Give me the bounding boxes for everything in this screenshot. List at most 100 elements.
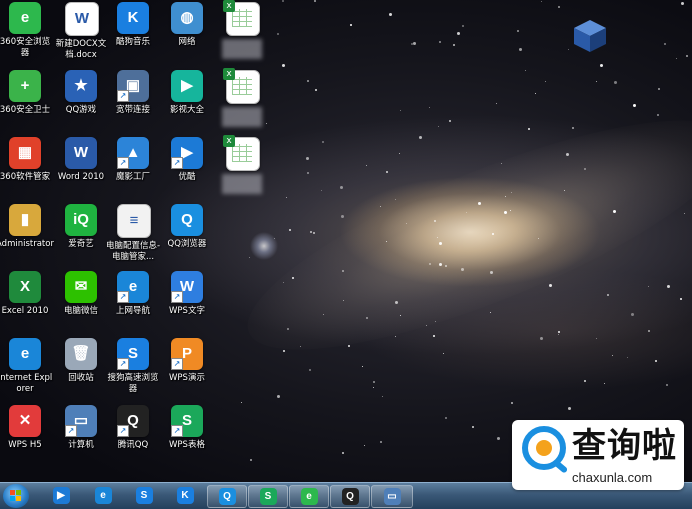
desktop-icon-label: 360安全浏览器	[0, 37, 51, 58]
star	[548, 284, 552, 288]
star	[613, 80, 617, 84]
desktop-icon-excel-file[interactable]: x	[213, 68, 271, 127]
star	[477, 201, 481, 205]
taskbar-button[interactable]: Q	[207, 485, 247, 508]
desktop-icon[interactable]: W Word 2010	[52, 137, 110, 183]
internet-explorer-icon: e	[9, 338, 41, 370]
desktop-icon-label: 360安全卫士	[0, 105, 51, 115]
desktop-icon-label: WPS文字	[169, 306, 205, 316]
desktop-icon[interactable]: ✉ 电脑微信	[52, 271, 110, 317]
desktop-icon[interactable]: 🗑 回收站	[52, 338, 110, 384]
start-button[interactable]	[3, 484, 29, 508]
desktop-icon[interactable]: ▣ ↗ 宽带连接	[104, 70, 162, 116]
desktop-icon-label: Word 2010	[57, 172, 105, 182]
qq-browser-icon: Q	[218, 488, 236, 505]
desktop-icon[interactable]: e Internet Explorer	[0, 338, 54, 395]
star	[518, 47, 522, 51]
desktop-icon-label: 电脑配置信息-电脑管家...	[105, 241, 161, 262]
desktop-icon[interactable]: ▭ ↗ 计算机	[52, 405, 110, 451]
desktop-icon-excel-file[interactable]: x	[213, 135, 271, 194]
desktop-icon-label: WPS表格	[169, 440, 205, 450]
desktop-icon[interactable]: S ↗ 搜狗高速浏览器	[104, 338, 162, 395]
desktop-icon[interactable]: +360安全卫士	[0, 70, 54, 116]
star	[686, 54, 689, 57]
desktop-icon[interactable]: ≡ 电脑配置信息-电脑管家...	[104, 204, 162, 263]
taskbar-button[interactable]: e	[84, 485, 122, 506]
desktop-icon[interactable]: ▶ 影视大全	[158, 70, 216, 116]
desktop-icon[interactable]: W 新建DOCX文档.docx	[52, 2, 110, 61]
desktop-icon[interactable]: ▦ 360软件管家	[0, 137, 54, 183]
video-app-icon: ▶	[171, 70, 203, 102]
star	[434, 320, 436, 322]
desktop-icon[interactable]: ▲ ↗ 魔影工厂	[104, 137, 162, 183]
taskbar-button[interactable]: S	[248, 485, 288, 508]
star	[599, 64, 603, 68]
taskbar-button[interactable]: e	[289, 485, 329, 508]
wechat-icon: ✉	[65, 271, 97, 303]
desktop-icon[interactable]: X Excel 2010	[0, 271, 54, 317]
star	[428, 263, 431, 266]
star	[489, 311, 491, 313]
taskbar-button[interactable]: K	[166, 485, 204, 506]
desktop-icon-label: 电脑微信	[63, 306, 98, 316]
star	[595, 338, 597, 340]
star	[361, 366, 363, 368]
desktop-icon[interactable]: e 360安全浏览器	[0, 2, 54, 59]
desktop-icon-label: Internet Explorer	[0, 373, 53, 394]
desktop-icon[interactable]: ▶ ↗ 优酷	[158, 137, 216, 183]
desktop-icon-label: 搜狗高速浏览器	[107, 373, 159, 394]
taskbar-button[interactable]: Q	[330, 485, 370, 508]
blurred-filename	[222, 107, 262, 127]
kugou-music-icon: K	[117, 2, 149, 34]
taskbar-button[interactable]: ▭	[371, 485, 413, 508]
desktop-icon[interactable]: ▮ Administrator	[0, 204, 54, 250]
taskbar-button[interactable]: ▶	[42, 485, 80, 506]
star	[322, 140, 325, 143]
shortcut-arrow-icon: ↗	[117, 90, 129, 102]
desktop-icon[interactable]: Q QQ浏览器	[158, 204, 216, 250]
desktop-icon-label: WPS演示	[169, 373, 205, 383]
network-globe-icon: ◍	[171, 2, 203, 34]
star	[558, 333, 560, 335]
desktop-icon-label: 魔影工厂	[115, 172, 150, 182]
star	[656, 114, 659, 117]
star	[567, 406, 571, 410]
star	[539, 336, 543, 340]
desktop-icon-label: 上网导航	[115, 306, 150, 316]
internet-explorer-icon: e	[94, 487, 112, 504]
star	[633, 103, 637, 107]
kugou-music-icon: K	[176, 487, 194, 504]
cube-widget-icon[interactable]	[572, 18, 608, 54]
desktop-icon[interactable]: W ↗ WPS文字	[158, 271, 216, 317]
star	[680, 2, 684, 6]
desktop-icon[interactable]: K 酷狗音乐	[104, 2, 162, 48]
desktop-icon[interactable]: ◍ 网络	[158, 2, 216, 48]
desktop-icon-label: 计算机	[68, 440, 94, 450]
shortcut-arrow-icon: ↗	[117, 358, 129, 370]
desktop-icon-label: 回收站	[68, 373, 94, 383]
star	[418, 135, 422, 139]
desktop-icon[interactable]: ★ QQ游戏	[52, 70, 110, 116]
desktop-icon-excel-file[interactable]: x	[213, 0, 271, 59]
desktop-icon[interactable]: P ↗ WPS演示	[158, 338, 216, 384]
desktop-icon-label: Administrator	[0, 239, 54, 249]
star	[363, 444, 365, 446]
blurred-filename	[222, 174, 262, 194]
star	[683, 213, 685, 215]
desktop-icon[interactable]: e ↗ 上网导航	[104, 271, 162, 317]
star	[400, 110, 402, 112]
desktop-icon-label: 优酷	[178, 172, 196, 182]
star	[349, 24, 352, 27]
taskbar-button[interactable]: S	[125, 485, 163, 506]
star	[516, 30, 519, 33]
star	[342, 451, 345, 454]
star	[503, 210, 507, 214]
star	[676, 57, 678, 59]
desktop-icon-label: 爱奇艺	[68, 239, 94, 249]
desktop-icon[interactable]: iQ 爱奇艺	[52, 204, 110, 250]
desktop-icon[interactable]: S ↗ WPS表格	[158, 405, 216, 451]
desktop-icon[interactable]: ✕ WPS H5	[0, 405, 54, 451]
desktop-icon[interactable]: Q ↗ 腾讯QQ	[104, 405, 162, 451]
sogou-browser-icon: S	[135, 487, 153, 504]
star	[453, 44, 456, 47]
